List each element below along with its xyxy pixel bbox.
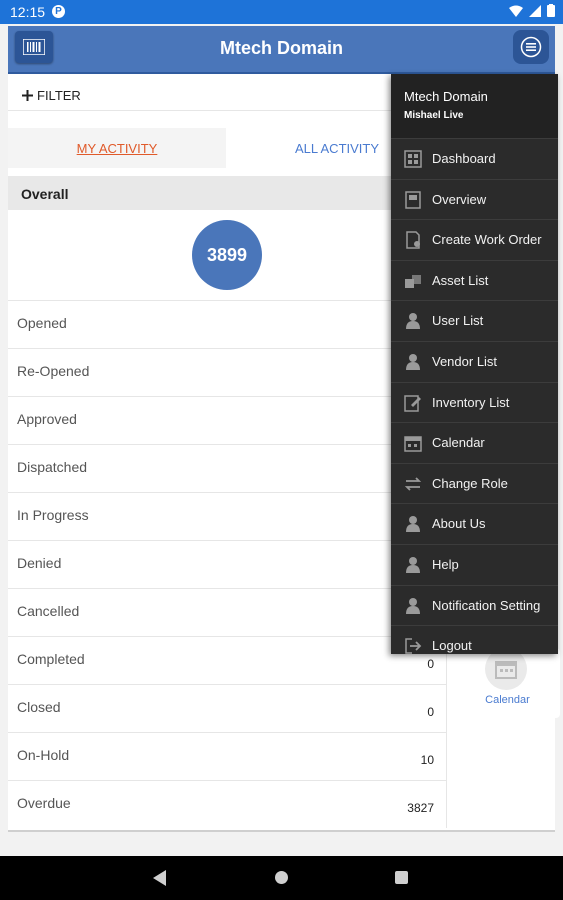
status-label: Completed xyxy=(17,651,85,667)
drawer-item-label: Inventory List xyxy=(432,394,510,410)
edit-icon xyxy=(404,394,421,412)
status-row[interactable]: Cancelled xyxy=(8,588,446,636)
status-count: 0 xyxy=(427,705,434,719)
status-list: Opened Re-Opened Approved Dispatched In Prog… xyxy=(8,300,447,828)
notification-badge-icon: P xyxy=(52,5,65,18)
drawer-item-label: Dashboard xyxy=(432,151,496,166)
tab-my-activity[interactable]: MY ACTIVITY xyxy=(8,128,226,168)
status-label: Approved xyxy=(17,411,77,427)
drawer-subtitle: Mishael Live xyxy=(404,110,464,121)
status-label: Opened xyxy=(17,315,67,331)
status-row[interactable]: On-Hold 10 xyxy=(8,732,446,780)
drawer-item-label: Vendor List xyxy=(432,353,498,369)
drawer-item-change-role[interactable]: Change Role xyxy=(391,462,558,504)
logout-icon xyxy=(405,638,422,654)
filter-button[interactable]: FILTER xyxy=(22,88,81,103)
drawer-menu: Dashboard Overview Create Work Order Asset … xyxy=(391,138,558,666)
drawer-item-label: Change Role xyxy=(432,475,508,491)
overall-header: Overall xyxy=(8,176,448,210)
status-row[interactable]: Approved xyxy=(8,396,446,444)
drawer-item-label: Notification Setting xyxy=(432,597,541,613)
user-icon xyxy=(406,313,420,330)
navigation-drawer: Mtech Domain Mishael Live Dashboard Overv… xyxy=(391,74,558,654)
calendar-icon xyxy=(404,436,422,452)
status-label: Denied xyxy=(17,555,62,571)
status-label: Re-Opened xyxy=(17,363,90,379)
status-row[interactable]: Closed 0 xyxy=(8,684,446,732)
recents-icon[interactable] xyxy=(395,871,408,884)
calendar-tile-label: Calendar xyxy=(485,694,530,706)
status-label: In Progress xyxy=(17,507,89,523)
battery-icon xyxy=(547,4,555,17)
drawer-item-label: Calendar xyxy=(432,435,485,451)
user-icon xyxy=(406,556,420,573)
user-icon xyxy=(406,516,420,533)
drawer-item-label: About Us xyxy=(432,516,486,532)
overview-icon xyxy=(405,190,421,209)
menu-icon xyxy=(520,36,542,58)
drawer-item-dashboard[interactable]: Dashboard xyxy=(391,138,558,179)
activity-tabs: MY ACTIVITY ALL ACTIVITY xyxy=(8,128,448,168)
signal-icon xyxy=(529,4,541,17)
drawer-item-label: Asset List xyxy=(432,272,489,288)
drawer-item-label: Create Work Order xyxy=(432,232,542,248)
user-icon xyxy=(406,353,420,370)
drawer-item-label: Logout xyxy=(432,638,472,654)
drawer-header: Mtech Domain Mishael Live xyxy=(391,74,558,138)
drawer-item-label: User List xyxy=(432,313,484,329)
drawer-item-notification-setting[interactable]: Notification Setting xyxy=(391,584,558,626)
status-row[interactable]: Dispatched xyxy=(8,444,446,492)
status-row[interactable]: Overdue 3827 xyxy=(8,780,446,828)
status-label: Closed xyxy=(17,699,61,715)
status-time: 12:15 xyxy=(10,4,46,20)
create-work-order-icon xyxy=(406,231,420,249)
wifi-icon xyxy=(509,5,523,17)
back-icon[interactable] xyxy=(153,870,167,886)
total-count-circle[interactable]: 3899 xyxy=(192,220,262,290)
drawer-item-logout[interactable]: Logout xyxy=(391,625,558,666)
asset-icon xyxy=(405,274,421,288)
status-row[interactable]: In Progress xyxy=(8,492,446,540)
status-label: Overdue xyxy=(17,795,71,811)
status-label: Cancelled xyxy=(17,603,80,619)
drawer-item-label: Help xyxy=(432,556,459,572)
overall-label: Overall xyxy=(21,186,69,202)
drawer-item-asset-list[interactable]: Asset List xyxy=(391,259,558,301)
menu-button[interactable] xyxy=(513,30,549,64)
drawer-item-about-us[interactable]: About Us xyxy=(391,503,558,544)
drawer-item-inventory-list[interactable]: Inventory List xyxy=(391,381,558,423)
status-bar: 12:15 P xyxy=(0,0,563,24)
drawer-item-help[interactable]: Help xyxy=(391,543,558,585)
status-row[interactable]: Opened xyxy=(8,300,446,348)
app-bar: Mtech Domain xyxy=(8,26,555,74)
drawer-item-vendor-list[interactable]: Vendor List xyxy=(391,340,558,382)
grid-icon xyxy=(404,150,422,168)
status-count: 10 xyxy=(420,753,434,767)
status-count: 3827 xyxy=(407,801,434,815)
status-row[interactable]: Completed 0 xyxy=(8,636,446,684)
status-label: Dispatched xyxy=(17,459,88,475)
status-icons xyxy=(509,4,555,17)
drawer-item-create-work-order[interactable]: Create Work Order xyxy=(391,219,558,260)
user-icon xyxy=(406,597,420,614)
plus-icon xyxy=(22,90,33,101)
drawer-title: Mtech Domain xyxy=(404,89,488,104)
status-label: On-Hold xyxy=(17,747,70,763)
drawer-item-overview[interactable]: Overview xyxy=(391,178,558,220)
drawer-item-calendar[interactable]: Calendar xyxy=(391,422,558,463)
app-title: Mtech Domain xyxy=(219,38,343,58)
swap-icon xyxy=(404,477,422,491)
home-icon[interactable] xyxy=(275,871,288,884)
drawer-item-user-list[interactable]: User List xyxy=(391,300,558,341)
system-nav-bar xyxy=(0,856,563,900)
filter-label: FILTER xyxy=(37,88,81,103)
status-row[interactable]: Denied xyxy=(8,540,446,588)
status-row[interactable]: Re-Opened xyxy=(8,348,446,396)
drawer-item-label: Overview xyxy=(432,191,487,207)
